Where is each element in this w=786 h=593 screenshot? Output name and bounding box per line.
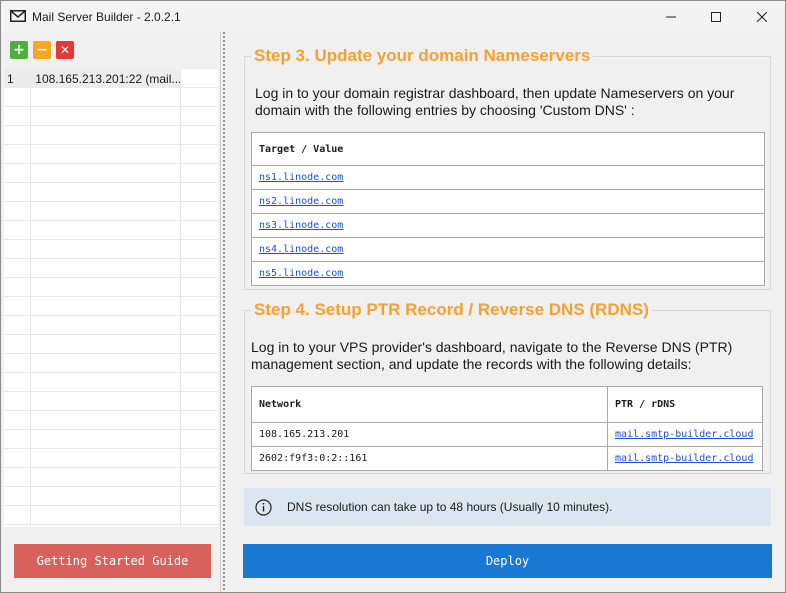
step4-description: Log in to your VPS provider's dashboard,… — [251, 339, 733, 372]
close-window-icon — [757, 11, 767, 22]
minimize-icon — [666, 16, 676, 17]
close-button[interactable] — [739, 1, 785, 32]
server-list-panel: + − ✕ 1 108.165.213.201:22 (mail.... Get… — [1, 32, 221, 592]
ptr-link[interactable]: mail.smtp-builder.cloud — [615, 429, 753, 440]
delete-server-button[interactable]: ✕ — [56, 41, 74, 59]
nameserver-link[interactable]: ns4.linode.com — [259, 244, 343, 255]
server-toolbar: + − ✕ — [10, 41, 74, 59]
plus-icon: + — [13, 42, 25, 58]
window-title: Mail Server Builder - 2.0.2.1 — [32, 10, 181, 24]
ptr-table: Network PTR / rDNS 108.165.213.201 mail.… — [251, 386, 763, 471]
minimize-button[interactable] — [648, 1, 694, 32]
step3-description: Log in to your domain registrar dashboar… — [255, 85, 735, 118]
server-row[interactable]: 1 108.165.213.201:22 (mail.... — [4, 69, 180, 88]
info-banner: DNS resolution can take up to 48 hours (… — [244, 488, 771, 526]
nameserver-link[interactable]: ns3.linode.com — [259, 220, 343, 231]
maximize-button[interactable] — [693, 1, 739, 32]
minus-icon: − — [36, 42, 48, 58]
server-host: 108.165.213.201:22 (mail.... — [35, 71, 180, 86]
info-text: DNS resolution can take up to 48 hours (… — [287, 500, 613, 514]
nameserver-link[interactable]: ns5.linode.com — [259, 268, 343, 279]
ptr-link[interactable]: mail.smtp-builder.cloud — [615, 453, 753, 464]
add-server-button[interactable]: + — [10, 41, 28, 59]
table-row: ns1.linode.com — [251, 165, 765, 190]
network-cell: 2602:f9f3:0:2::161 — [251, 446, 608, 471]
step3-title: Step 3. Update your domain Nameservers — [251, 46, 594, 66]
table-header-target: Target / Value — [251, 132, 765, 166]
server-grid[interactable]: 1 108.165.213.201:22 (mail.... — [4, 69, 218, 527]
table-header-ptr: PTR / rDNS — [607, 386, 763, 423]
table-row: ns3.linode.com — [251, 213, 765, 238]
table-row: ns5.linode.com — [251, 261, 765, 286]
server-index: 1 — [7, 71, 14, 86]
getting-started-guide-button[interactable]: Getting Started Guide — [14, 544, 211, 578]
info-icon — [255, 498, 272, 516]
step4-title: Step 4. Setup PTR Record / Reverse DNS (… — [251, 300, 652, 320]
nameserver-link[interactable]: ns2.linode.com — [259, 196, 343, 207]
instructions-panel: Step 3. Update your domain Nameservers L… — [235, 32, 785, 592]
maximize-icon — [711, 11, 721, 22]
table-header-network: Network — [251, 386, 608, 423]
table-row: ns4.linode.com — [251, 237, 765, 262]
deploy-button[interactable]: Deploy — [243, 544, 772, 578]
panel-splitter[interactable] — [222, 32, 234, 592]
remove-server-button[interactable]: − — [33, 41, 51, 59]
app-window: Mail Server Builder - 2.0.2.1 + − ✕ 1 10… — [0, 0, 786, 593]
ptr-cell: mail.smtp-builder.cloud — [607, 446, 763, 471]
table-row: ns2.linode.com — [251, 189, 765, 214]
nameserver-link[interactable]: ns1.linode.com — [259, 172, 343, 183]
title-bar: Mail Server Builder - 2.0.2.1 — [1, 1, 785, 32]
ptr-cell: mail.smtp-builder.cloud — [607, 422, 763, 447]
envelope-icon — [10, 10, 26, 22]
close-icon: ✕ — [59, 43, 71, 57]
network-cell: 108.165.213.201 — [251, 422, 608, 447]
nameserver-table: Target / Value ns1.linode.com ns2.linode… — [251, 132, 765, 286]
